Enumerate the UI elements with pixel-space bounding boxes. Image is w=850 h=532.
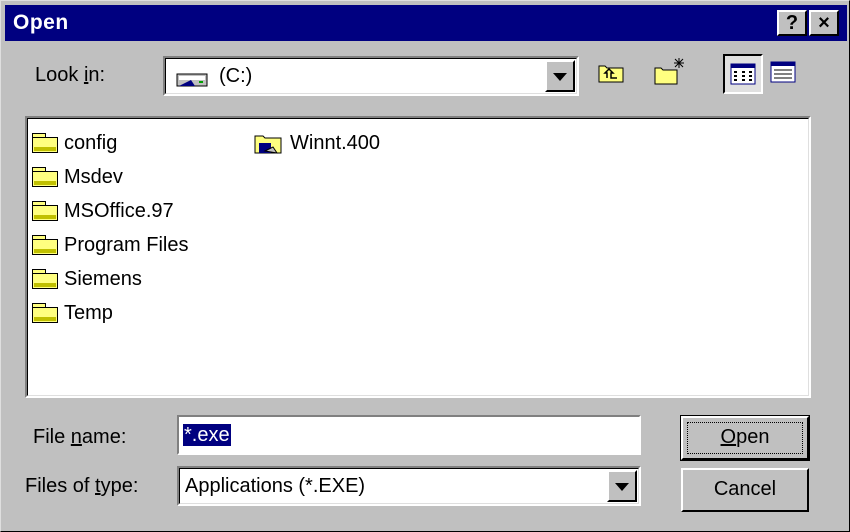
file-name-value: *.exe <box>183 424 231 446</box>
file-type-dropdown-button[interactable] <box>607 470 637 502</box>
list-item-label: Temp <box>64 301 113 324</box>
list-item[interactable]: Msdev <box>31 162 123 192</box>
open-dialog: Open ? × Look in: (C:) config Msdev MSOf… <box>0 0 850 532</box>
up-one-level-button[interactable] <box>593 54 633 94</box>
file-list[interactable]: config Msdev MSOffice.97 Program Files Sieme… <box>25 116 811 398</box>
list-item[interactable]: Program Files <box>31 230 188 260</box>
cancel-button[interactable]: Cancel <box>681 468 809 512</box>
list-item-label: Program Files <box>64 233 189 256</box>
new-folder-icon <box>654 58 684 85</box>
details-view-button[interactable] <box>765 54 805 94</box>
drive-icon <box>176 73 208 87</box>
help-icon: ? <box>785 12 799 34</box>
file-name-input[interactable]: *.exe <box>177 415 641 455</box>
list-view-button[interactable] <box>723 54 763 94</box>
list-item-label: Siemens <box>64 267 142 290</box>
folder-icon <box>31 302 61 324</box>
chevron-down-icon <box>615 483 629 491</box>
file-type-label: Files of type: <box>25 475 139 497</box>
title-bar[interactable]: Open ? × <box>5 5 847 41</box>
folder-icon <box>31 200 61 222</box>
file-type-combo[interactable]: Applications (*.EXE) <box>177 466 641 506</box>
create-new-folder-button[interactable] <box>651 54 691 94</box>
folder-icon <box>31 132 61 154</box>
folder-icon <box>31 234 61 256</box>
look-in-label: Look in: <box>35 64 106 86</box>
file-type-value: Applications (*.EXE) <box>185 475 366 497</box>
look-in-combo[interactable]: (C:) <box>163 56 579 96</box>
list-view-icon <box>730 63 756 85</box>
system-folder-icon <box>254 135 282 154</box>
close-icon: × <box>818 12 830 34</box>
list-item-label: Msdev <box>64 165 123 188</box>
window-title: Open <box>13 11 69 34</box>
list-item[interactable]: Winnt.400 <box>253 128 380 158</box>
folder-up-icon <box>598 65 624 83</box>
open-button[interactable]: Open <box>680 415 810 461</box>
folder-icon <box>31 268 61 290</box>
folder-icon <box>31 166 61 188</box>
list-item[interactable]: Temp <box>31 298 113 328</box>
file-name-label: File name: <box>33 426 127 448</box>
list-item[interactable]: config <box>31 128 117 158</box>
close-button[interactable]: × <box>809 10 839 36</box>
help-button[interactable]: ? <box>777 10 807 36</box>
list-item[interactable]: MSOffice.97 <box>31 196 174 226</box>
look-in-value: (C:) <box>219 65 253 87</box>
list-item[interactable]: Siemens <box>31 264 142 294</box>
list-item-label: config <box>64 131 118 154</box>
list-item-label: MSOffice.97 <box>64 199 174 222</box>
list-item-label: Winnt.400 <box>290 131 381 154</box>
details-view-icon <box>770 61 796 83</box>
look-in-dropdown-button[interactable] <box>545 60 575 92</box>
chevron-down-icon <box>553 73 567 81</box>
